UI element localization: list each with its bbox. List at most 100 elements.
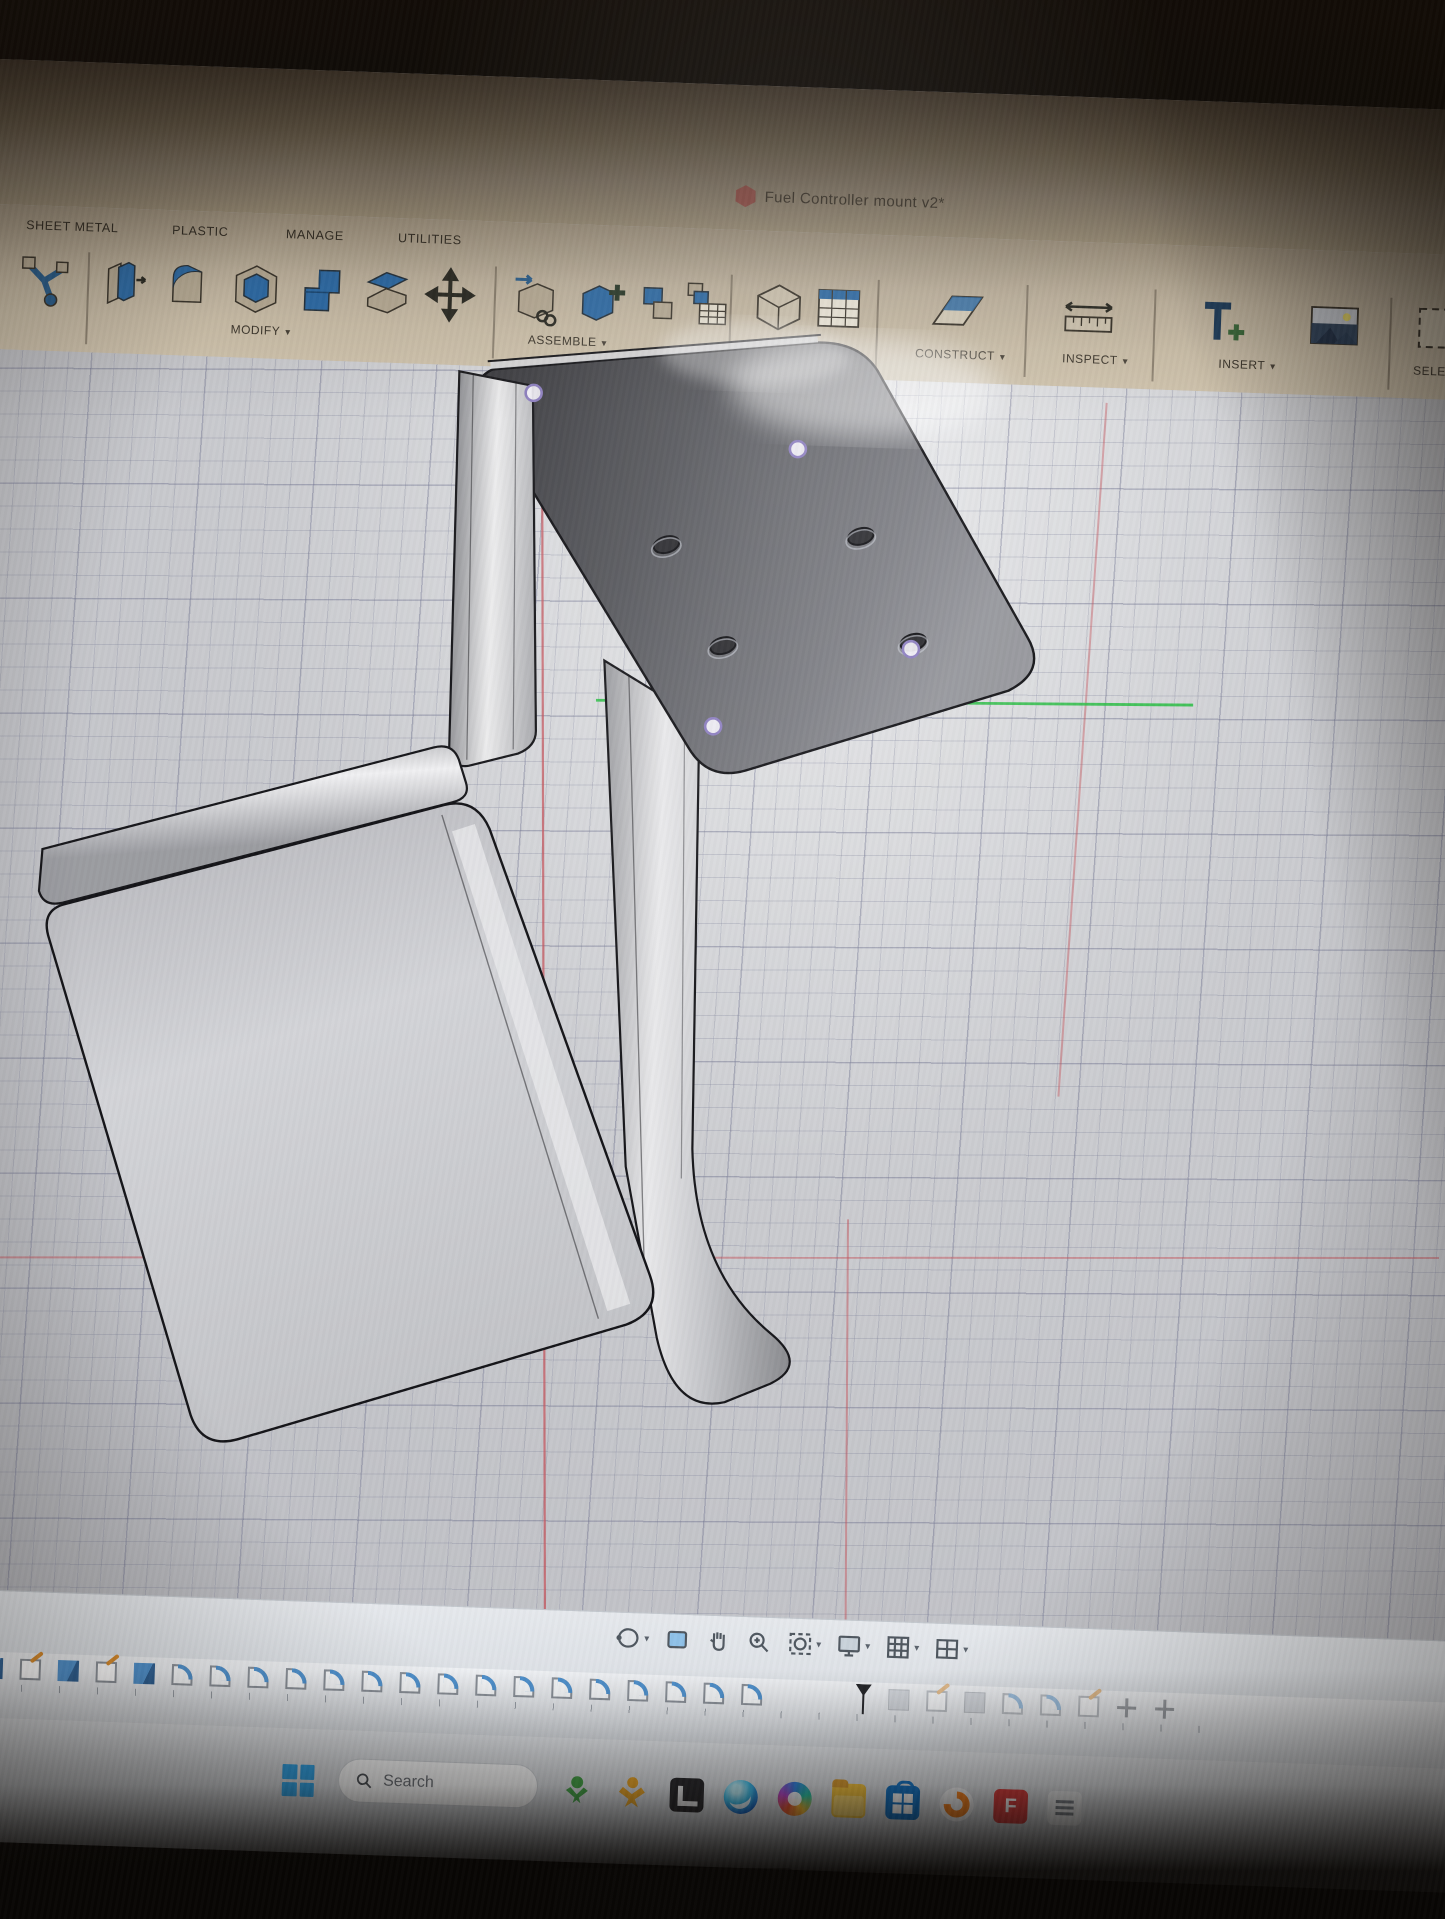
panel-assemble[interactable]: ASSEMBLE xyxy=(528,333,608,350)
accessibility-green-icon[interactable] xyxy=(561,1774,596,1809)
document-hexagon-icon xyxy=(735,185,756,208)
panel-select[interactable]: SELECT xyxy=(1413,364,1445,380)
grid-major-vertical xyxy=(0,348,1445,1642)
timeline-extrude-icon[interactable] xyxy=(0,1657,3,1679)
timeline-fillet-icon[interactable] xyxy=(323,1669,345,1691)
white-app-icon[interactable] xyxy=(1047,1791,1082,1826)
grid-major-horizontal xyxy=(0,348,1445,1642)
insert-text-icon[interactable] xyxy=(1196,293,1250,351)
timeline-extrude-icon[interactable] xyxy=(57,1660,79,1682)
dropdown-caret xyxy=(596,335,607,349)
timeline-sketch-icon[interactable] xyxy=(926,1690,948,1712)
keyboard-on-desk xyxy=(555,1868,795,1919)
search-placeholder: Search xyxy=(383,1772,434,1792)
bom-table-icon[interactable] xyxy=(683,275,731,333)
dropdown-caret: ▾ xyxy=(644,1633,649,1644)
timeline-fillet-icon[interactable] xyxy=(741,1684,763,1706)
gold-person-icon[interactable] xyxy=(615,1776,650,1811)
grid-and-snaps-icon[interactable]: ▾ xyxy=(885,1634,920,1661)
orbit-icon[interactable]: ▾ xyxy=(615,1624,650,1651)
timeline-body-icon[interactable] xyxy=(888,1689,910,1711)
ribbon-divider xyxy=(875,280,880,372)
start-button[interactable] xyxy=(282,1764,315,1797)
panel-configure[interactable]: CONFIGURE xyxy=(772,341,859,358)
press-pull-icon[interactable] xyxy=(99,255,153,313)
shell-icon[interactable] xyxy=(229,259,283,317)
panel-modify[interactable]: MODIFY xyxy=(230,322,291,338)
dropdown-caret xyxy=(1117,353,1128,367)
pan-icon[interactable] xyxy=(705,1628,732,1655)
monitor-screen: Fuel Controller mount v2* SHEET METAL PL… xyxy=(0,58,1445,1893)
grid-minor-vertical xyxy=(0,348,1445,1642)
timeline-fillet-icon[interactable] xyxy=(285,1668,307,1690)
new-component-icon[interactable] xyxy=(506,269,560,327)
tab-sheet-metal[interactable]: SHEET METAL xyxy=(26,218,119,235)
panel-inspect[interactable]: INSPECT xyxy=(1062,351,1128,367)
timeline-fillet-icon[interactable] xyxy=(513,1676,535,1698)
timeline-fillet-icon[interactable] xyxy=(247,1667,269,1689)
ribbon-divider xyxy=(1387,298,1392,390)
copilot-icon[interactable] xyxy=(777,1781,812,1816)
timeline-fillet-icon[interactable] xyxy=(361,1671,383,1693)
tab-manage[interactable]: MANAGE xyxy=(286,227,344,243)
timeline-fillet-icon[interactable] xyxy=(1040,1694,1062,1716)
timeline-fillet-icon[interactable] xyxy=(627,1680,649,1702)
canvas-icon[interactable] xyxy=(1306,297,1364,355)
search-input[interactable]: Search xyxy=(337,1758,538,1809)
dropdown-caret xyxy=(995,349,1006,363)
split-body-icon[interactable] xyxy=(359,264,413,322)
timeline-fillet-icon[interactable] xyxy=(399,1672,421,1694)
edge-browser-icon[interactable] xyxy=(723,1779,758,1814)
timeline-fillet-icon[interactable] xyxy=(1002,1693,1024,1715)
dropdown-caret xyxy=(1265,358,1276,372)
tab-plastic[interactable]: PLASTIC xyxy=(172,223,229,239)
timeline-fillet-icon[interactable] xyxy=(703,1683,725,1705)
window-select-icon[interactable] xyxy=(1412,301,1445,359)
timeline-fillet-icon[interactable] xyxy=(665,1681,687,1703)
file-explorer-icon[interactable] xyxy=(831,1783,866,1818)
black-app-icon[interactable] xyxy=(669,1777,704,1812)
timeline-move-icon[interactable] xyxy=(1116,1697,1138,1719)
flange-icon[interactable] xyxy=(17,252,71,310)
timeline-playhead[interactable] xyxy=(855,1684,872,1715)
taskbar-app-icons: F xyxy=(561,1774,1082,1826)
microsoft-store-icon[interactable] xyxy=(885,1785,920,1820)
timeline-sketch-icon[interactable] xyxy=(1078,1696,1100,1718)
fusion-360-icon[interactable] xyxy=(939,1787,974,1822)
configuration-table-icon[interactable] xyxy=(813,280,865,338)
timeline-sketch-icon[interactable] xyxy=(19,1659,41,1681)
timeline-extrude-icon[interactable] xyxy=(133,1663,155,1685)
timeline-fillet-icon[interactable] xyxy=(437,1673,459,1695)
ribbon-divider xyxy=(1151,289,1156,381)
joint-origin-icon[interactable] xyxy=(639,274,679,331)
timeline-fillet-icon[interactable] xyxy=(209,1665,231,1687)
dropdown-caret xyxy=(280,324,291,338)
measure-icon[interactable] xyxy=(1057,288,1121,346)
zoom-icon[interactable] xyxy=(746,1629,773,1656)
pdf-app-icon[interactable]: F xyxy=(993,1789,1028,1824)
fit-icon[interactable]: ▾ xyxy=(787,1630,822,1657)
3d-viewport[interactable] xyxy=(0,348,1445,1642)
panel-insert[interactable]: INSERT xyxy=(1218,357,1276,373)
look-at-icon[interactable] xyxy=(664,1626,691,1653)
timeline-fillet-icon[interactable] xyxy=(171,1664,193,1686)
move-copy-icon[interactable] xyxy=(423,266,477,324)
ribbon-divider xyxy=(492,266,497,358)
timeline-fillet-icon[interactable] xyxy=(589,1679,611,1701)
timeline-sketch-icon[interactable] xyxy=(95,1661,117,1683)
viewports-icon[interactable]: ▾ xyxy=(934,1636,969,1663)
fillet-icon[interactable] xyxy=(164,257,218,315)
display-settings-icon[interactable]: ▾ xyxy=(836,1632,871,1659)
timeline-fillet-icon[interactable] xyxy=(551,1677,573,1699)
join-icon[interactable] xyxy=(576,271,630,329)
configuration-icon[interactable] xyxy=(749,277,809,335)
construction-plane-icon[interactable] xyxy=(927,284,989,342)
combine-icon[interactable] xyxy=(294,262,348,320)
document-title: Fuel Controller mount v2* xyxy=(764,188,945,211)
timeline-fillet-icon[interactable] xyxy=(475,1675,497,1697)
tab-utilities[interactable]: UTILITIES xyxy=(398,231,462,247)
timeline-move-icon[interactable] xyxy=(1154,1698,1176,1720)
document-tab[interactable]: Fuel Controller mount v2* xyxy=(735,185,945,214)
timeline-body-icon[interactable] xyxy=(964,1692,986,1714)
panel-construct[interactable]: CONSTRUCT xyxy=(915,346,1006,363)
